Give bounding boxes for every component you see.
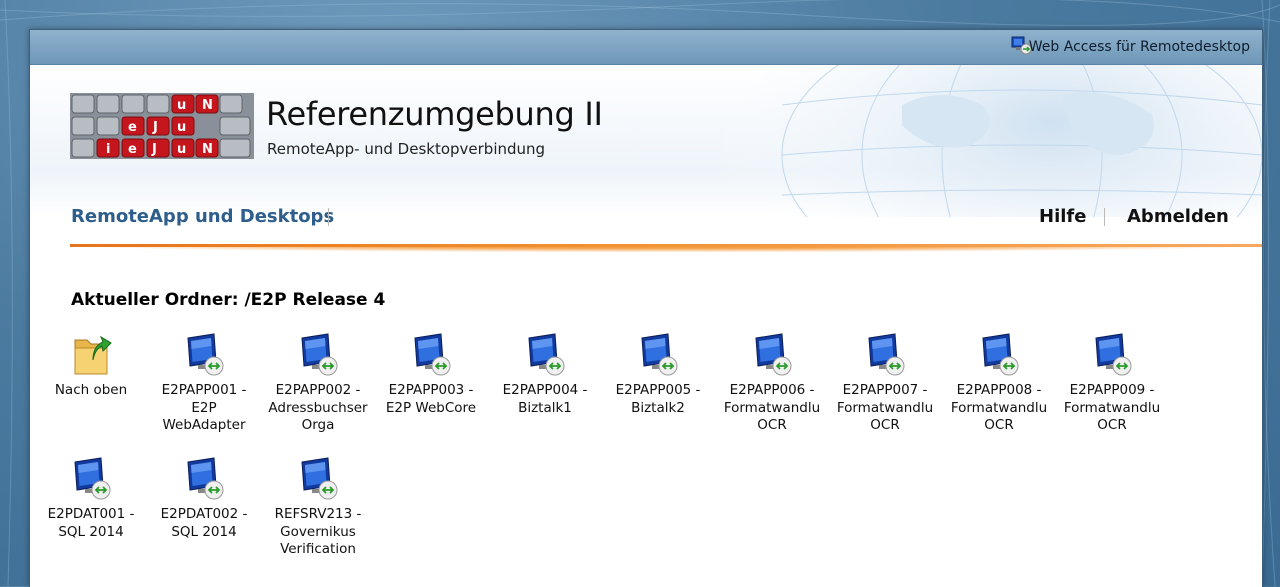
globe-decoration bbox=[722, 65, 1262, 217]
title-bar: Web Access für Remotedesktop bbox=[30, 30, 1262, 65]
resource-label: E2PAPP006 - Formatwandlu OCR bbox=[723, 382, 821, 433]
resource-item[interactable]: E2PAPP009 - Formatwandlu OCR bbox=[1060, 330, 1164, 435]
resource-item[interactable]: E2PDAT002 - SQL 2014 bbox=[152, 454, 256, 541]
resource-label: E2PAPP008 - Formatwandlu OCR bbox=[950, 382, 1048, 433]
remote-desktop-icon bbox=[74, 457, 111, 500]
remote-desktop-icon bbox=[641, 333, 678, 376]
svg-text:N: N bbox=[202, 142, 213, 157]
nav-help-link[interactable]: Hilfe bbox=[1039, 206, 1086, 227]
remote-desktop-icon bbox=[528, 333, 565, 376]
navigation-bar: RemoteApp und Desktops Hilfe Abmelden bbox=[30, 200, 1262, 238]
remote-desktop-icon bbox=[301, 457, 338, 500]
nav-separator bbox=[328, 208, 329, 226]
nav-separator bbox=[1104, 208, 1105, 226]
resource-item[interactable]: E2PAPP006 - Formatwandlu OCR bbox=[720, 330, 824, 435]
resource-label: E2PAPP009 - Formatwandlu OCR bbox=[1063, 382, 1161, 433]
svg-text:u: u bbox=[177, 120, 186, 135]
resource-label: Nach oben bbox=[54, 382, 128, 398]
resource-label: E2PAPP001 - E2P WebAdapter bbox=[161, 382, 247, 433]
current-folder-title: Aktueller Ordner: /E2P Release 4 bbox=[71, 290, 386, 310]
resource-item[interactable]: E2PAPP003 - E2P WebCore bbox=[379, 330, 483, 417]
resource-label: E2PDAT001 - SQL 2014 bbox=[47, 506, 135, 540]
remote-desktop-icon bbox=[868, 333, 905, 376]
nav-remoteapp-desktops[interactable]: RemoteApp und Desktops bbox=[71, 206, 334, 227]
remote-desktop-icon bbox=[187, 333, 224, 376]
page-title: Referenzumgebung II bbox=[266, 95, 603, 133]
resource-item[interactable]: Nach oben bbox=[39, 330, 143, 400]
svg-text:N: N bbox=[202, 98, 213, 113]
svg-text:J: J bbox=[152, 120, 158, 135]
resource-label: E2PAPP005 - Biztalk2 bbox=[615, 382, 701, 416]
resource-item[interactable]: E2PDAT001 - SQL 2014 bbox=[39, 454, 143, 541]
folder-up-icon bbox=[74, 335, 112, 375]
resource-label: E2PAPP003 - E2P WebCore bbox=[385, 382, 477, 416]
svg-text:e: e bbox=[128, 142, 137, 157]
resource-item[interactable]: E2PAPP007 - Formatwandlu OCR bbox=[833, 330, 937, 435]
page-subtitle: RemoteApp- und Desktopverbindung bbox=[267, 140, 546, 158]
remote-desktop-icon bbox=[1095, 333, 1132, 376]
resource-item[interactable]: REFSRV213 - Governikus Verification bbox=[266, 454, 370, 559]
ejuni-logo: u N eJu e Ju Ni bbox=[70, 93, 254, 159]
remote-desktop-icon bbox=[414, 333, 451, 376]
svg-text:u: u bbox=[177, 142, 186, 157]
resource-label: E2PAPP002 - Adressbuchser Orga bbox=[268, 382, 368, 433]
svg-text:J: J bbox=[151, 142, 157, 157]
svg-text:i: i bbox=[106, 142, 110, 157]
remote-desktop-icon bbox=[982, 333, 1019, 376]
resource-item[interactable]: E2PAPP004 - Biztalk1 bbox=[493, 330, 597, 417]
resource-item[interactable]: E2PAPP005 - Biztalk2 bbox=[606, 330, 710, 417]
resource-item[interactable]: E2PAPP001 - E2P WebAdapter bbox=[152, 330, 256, 435]
resource-item[interactable]: E2PAPP008 - Formatwandlu OCR bbox=[947, 330, 1051, 435]
remote-desktop-icon bbox=[301, 333, 338, 376]
svg-text:u: u bbox=[177, 98, 186, 113]
remote-desktop-icon bbox=[755, 333, 792, 376]
nav-logout-link[interactable]: Abmelden bbox=[1127, 206, 1229, 227]
resource-label: E2PAPP004 - Biztalk1 bbox=[502, 382, 588, 416]
resource-label: E2PAPP007 - Formatwandlu OCR bbox=[836, 382, 934, 433]
remote-desktop-icon bbox=[187, 457, 224, 500]
resource-item[interactable]: E2PAPP002 - Adressbuchser Orga bbox=[266, 330, 370, 435]
app-title: Web Access für Remotedesktop bbox=[1028, 39, 1250, 55]
orange-divider bbox=[70, 244, 1262, 247]
resource-label: REFSRV213 - Governikus Verification bbox=[274, 506, 362, 557]
main-window: Web Access für Remotedesktop u N e J u e… bbox=[29, 29, 1263, 587]
svg-text:e: e bbox=[128, 120, 137, 135]
page-header: u N eJu eJu Ni Referenzumgebung II RemoteA… bbox=[30, 65, 1262, 217]
resource-label: E2PDAT002 - SQL 2014 bbox=[160, 506, 248, 540]
